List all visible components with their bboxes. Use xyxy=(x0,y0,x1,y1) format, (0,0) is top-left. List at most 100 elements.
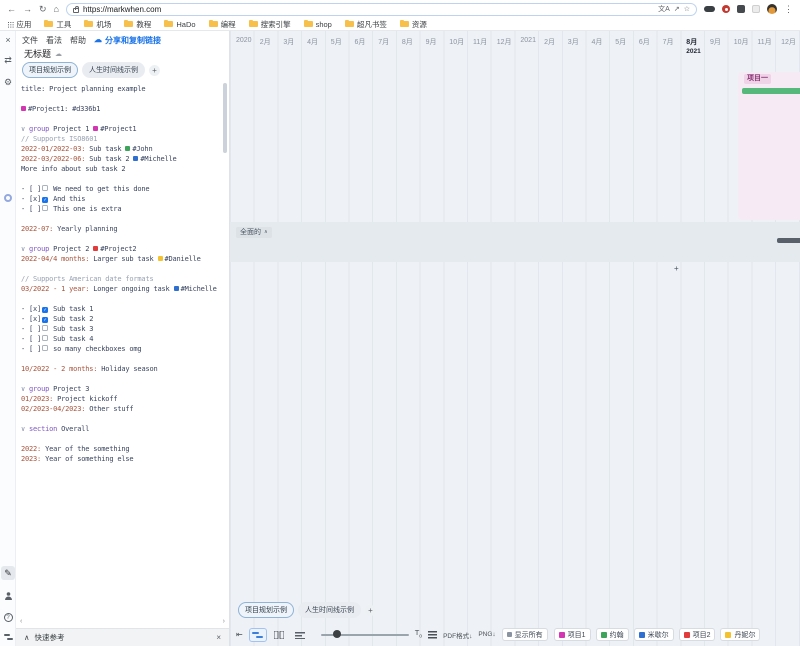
code-line[interactable]: - [ ] This one is extra xyxy=(21,204,219,214)
section-bar[interactable] xyxy=(777,238,800,243)
code-line[interactable]: - [x] And this xyxy=(21,194,219,204)
code-line[interactable] xyxy=(21,374,219,384)
checkbox-unchecked[interactable] xyxy=(42,325,48,331)
code-line[interactable]: // Supports American date formats xyxy=(21,274,219,284)
code-line[interactable]: - [ ] Sub task 4 xyxy=(21,334,219,344)
legend-item[interactable]: 丹妮尔 xyxy=(720,628,760,641)
edit-pencil-icon[interactable]: ✎ xyxy=(1,566,15,580)
timeline-view-icon[interactable] xyxy=(0,633,16,643)
group-badge[interactable]: 项目一 xyxy=(744,74,771,84)
text-size-button[interactable]: To xyxy=(415,629,422,640)
checkbox-checked[interactable] xyxy=(42,317,48,323)
workspace-tab[interactable]: 人生时间线示例 xyxy=(82,62,145,78)
forward-icon[interactable]: → xyxy=(23,5,32,14)
legend-item[interactable]: 项目2 xyxy=(679,628,716,641)
help-icon[interactable]: ? xyxy=(0,612,16,622)
code-line[interactable]: #Project1: #d336b1 xyxy=(21,104,219,114)
workspace-tab[interactable]: 项目规划示例 xyxy=(238,602,294,618)
share-link-button[interactable]: ☁ 分享和复制链接 xyxy=(94,35,161,46)
extension-icon-2[interactable] xyxy=(722,5,730,13)
bookmark-folder[interactable]: 工具 xyxy=(44,19,71,30)
code-line[interactable]: - [ ] so many checkboxes omg xyxy=(21,344,219,354)
translate-icon[interactable]: 文A xyxy=(658,4,670,14)
bookmark-folder[interactable]: 编程 xyxy=(209,19,236,30)
code-line[interactable]: ∨ group Project 2 #Project2 xyxy=(21,244,219,254)
home-icon[interactable]: ⌂ xyxy=(54,5,59,14)
code-line[interactable] xyxy=(21,174,219,184)
swap-panels-icon[interactable]: ⇄ xyxy=(0,56,16,65)
code-line[interactable]: 10/2022 - 2 months: Holiday season xyxy=(21,364,219,374)
code-line[interactable]: ∨ group Project 1 #Project1 xyxy=(21,124,219,134)
code-line[interactable]: 2022: Year of the something xyxy=(21,444,219,454)
bookmark-folder[interactable]: shop xyxy=(304,19,332,30)
code-line[interactable]: 2022-01/2022-03: Sub task #John xyxy=(21,144,219,154)
legend-item[interactable]: 项目1 xyxy=(554,628,591,641)
code-line[interactable] xyxy=(21,114,219,124)
profile-avatar[interactable] xyxy=(767,4,777,14)
code-line[interactable]: ∨ group Project 3 xyxy=(21,384,219,394)
legend-item[interactable]: 米歇尔 xyxy=(634,628,674,641)
code-line[interactable]: 01/2023: Project kickoff xyxy=(21,394,219,404)
user-icon[interactable] xyxy=(0,591,16,602)
checkbox-unchecked[interactable] xyxy=(42,185,48,191)
code-line[interactable] xyxy=(21,264,219,274)
code-line[interactable]: 02/2023-04/2023: Other stuff xyxy=(21,404,219,414)
code-line[interactable]: - [x] Sub task 1 xyxy=(21,304,219,314)
export-pdf-button[interactable]: PDF格式↓ xyxy=(443,630,472,640)
bookmark-folder[interactable]: 教程 xyxy=(124,19,151,30)
quick-reference-bar[interactable]: ∧ 快速参考 × xyxy=(16,628,229,646)
section-badge[interactable]: 全面的 ∧ xyxy=(236,227,272,238)
menu-item[interactable]: 看法 xyxy=(46,35,62,46)
code-line[interactable]: title: Project planning example xyxy=(21,84,219,94)
code-line[interactable]: - [x] Sub task 2 xyxy=(21,314,219,324)
url-text[interactable]: https://markwhen.com xyxy=(83,5,654,14)
checkbox-checked[interactable] xyxy=(42,307,48,313)
bookmark-folder[interactable]: 机场 xyxy=(84,19,111,30)
editor-horizontal-scrollbar[interactable]: ‹ › xyxy=(20,617,225,626)
bookmark-folder[interactable]: 资源 xyxy=(400,19,427,30)
collapse-icon[interactable]: ∧ xyxy=(24,633,30,642)
checkbox-checked[interactable] xyxy=(42,197,48,203)
editor-vertical-scrollbar[interactable] xyxy=(223,83,227,153)
extension-icon-1[interactable] xyxy=(704,6,715,12)
collapse-left-button[interactable]: ⇤ xyxy=(236,631,243,639)
export-png-button[interactable]: PNG↓ xyxy=(478,631,495,638)
code-line[interactable]: ∨ section Overall xyxy=(21,424,219,434)
code-line[interactable] xyxy=(21,434,219,444)
workspace-tab[interactable]: 人生时间线示例 xyxy=(298,602,361,618)
browser-menu-icon[interactable]: ⋮ xyxy=(784,5,793,14)
code-line[interactable]: 2023: Year of something else xyxy=(21,454,219,464)
code-line[interactable] xyxy=(21,414,219,424)
rows-button[interactable] xyxy=(428,626,437,644)
workspace-tab[interactable]: 项目规划示例 xyxy=(22,62,78,78)
checkbox-unchecked[interactable] xyxy=(42,345,48,351)
settings-gear-icon[interactable]: ⚙ xyxy=(0,78,16,87)
address-bar[interactable]: https://markwhen.com 文A ↗ ☆ xyxy=(66,3,697,16)
code-line[interactable]: - [ ] We need to get this done xyxy=(21,184,219,194)
add-tab-button[interactable]: + xyxy=(149,65,160,76)
bookmark-star-icon[interactable]: ☆ xyxy=(684,5,690,13)
bookmark-apps[interactable]: 应用 xyxy=(8,19,31,30)
extension-icon-3[interactable] xyxy=(737,5,745,13)
code-line[interactable] xyxy=(21,354,219,364)
zoom-slider[interactable] xyxy=(321,628,409,642)
code-line[interactable]: 2022-03/2022-06: Sub task 2 #Michelle xyxy=(21,154,219,164)
checkbox-unchecked[interactable] xyxy=(42,205,48,211)
bookmark-folder[interactable]: 搜索引擎 xyxy=(249,19,291,30)
add-tab-button[interactable]: + xyxy=(365,605,376,616)
close-quickref-icon[interactable]: × xyxy=(216,633,221,642)
back-icon[interactable]: ← xyxy=(7,5,16,14)
code-line[interactable] xyxy=(21,234,219,244)
scroll-left-icon[interactable]: ‹ xyxy=(20,618,22,625)
code-line[interactable]: // Supports ISO8601 xyxy=(21,134,219,144)
code-line[interactable] xyxy=(21,294,219,304)
bookmark-folder[interactable]: HaDo xyxy=(164,19,195,30)
group-bar[interactable] xyxy=(742,88,800,94)
close-panel-icon[interactable]: × xyxy=(0,36,16,45)
slider-knob[interactable] xyxy=(333,630,341,638)
menu-item[interactable]: 帮助 xyxy=(70,35,86,46)
code-area[interactable]: title: Project planning example #Project… xyxy=(21,81,219,616)
code-line[interactable]: More info about sub task 2 xyxy=(21,164,219,174)
legend-item[interactable]: 约翰 xyxy=(596,628,629,641)
extension-icon-4[interactable] xyxy=(752,5,760,13)
